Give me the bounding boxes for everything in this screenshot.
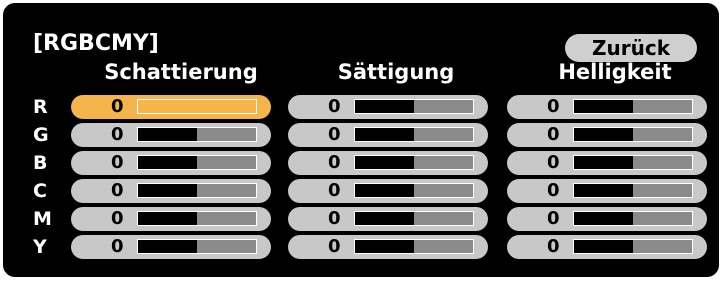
slider-hue-g[interactable]: 0	[71, 123, 271, 147]
slider-value: 0	[328, 96, 341, 117]
slider-saturation-m[interactable]: 0	[288, 207, 488, 231]
slider-brightness-b[interactable]: 0	[507, 151, 707, 175]
slider-track[interactable]	[354, 127, 474, 142]
slider-saturation-y[interactable]: 0	[288, 235, 488, 259]
slider-fill	[138, 156, 197, 169]
slider-track[interactable]	[354, 99, 474, 114]
slider-value: 0	[111, 124, 124, 145]
column-header-brightness: Helligkeit	[558, 60, 672, 84]
slider-value: 0	[111, 152, 124, 173]
slider-fill	[574, 100, 633, 113]
slider-track[interactable]	[573, 239, 693, 254]
slider-value: 0	[111, 208, 124, 229]
slider-value: 0	[328, 236, 341, 257]
row-label: G	[33, 124, 49, 146]
slider-fill	[138, 128, 197, 141]
slider-fill	[574, 184, 633, 197]
slider-hue-m[interactable]: 0	[71, 207, 271, 231]
slider-saturation-g[interactable]: 0	[288, 123, 488, 147]
slider-fill	[355, 240, 414, 253]
slider-value: 0	[111, 180, 124, 201]
slider-fill	[574, 128, 633, 141]
rgbcmy-panel: [RGBCMY] Zurück Schattierung Sättigung H…	[3, 3, 719, 277]
slider-value: 0	[547, 236, 560, 257]
row-label: C	[33, 180, 47, 202]
row-label: B	[33, 152, 48, 174]
row-label: M	[33, 208, 52, 230]
slider-brightness-r[interactable]: 0	[507, 95, 707, 119]
slider-saturation-r[interactable]: 0	[288, 95, 488, 119]
slider-brightness-m[interactable]: 0	[507, 207, 707, 231]
slider-value: 0	[328, 124, 341, 145]
row-label: R	[33, 96, 48, 118]
slider-hue-c[interactable]: 0	[71, 179, 271, 203]
slider-track[interactable]	[137, 127, 257, 142]
slider-track[interactable]	[573, 127, 693, 142]
slider-track[interactable]	[137, 155, 257, 170]
slider-hue-b[interactable]: 0	[71, 151, 271, 175]
slider-fill	[138, 100, 197, 113]
slider-value: 0	[111, 96, 124, 117]
column-header-hue: Schattierung	[104, 60, 258, 84]
slider-value: 0	[547, 180, 560, 201]
slider-fill	[138, 184, 197, 197]
slider-value: 0	[547, 152, 560, 173]
slider-value: 0	[547, 124, 560, 145]
slider-value: 0	[547, 208, 560, 229]
slider-fill	[138, 240, 197, 253]
slider-fill	[574, 156, 633, 169]
slider-fill	[138, 212, 197, 225]
slider-saturation-c[interactable]: 0	[288, 179, 488, 203]
slider-value: 0	[111, 236, 124, 257]
slider-hue-y[interactable]: 0	[71, 235, 271, 259]
slider-fill	[574, 212, 633, 225]
slider-track[interactable]	[354, 183, 474, 198]
slider-fill	[355, 128, 414, 141]
slider-track[interactable]	[573, 155, 693, 170]
slider-fill	[355, 156, 414, 169]
slider-track[interactable]	[354, 211, 474, 226]
slider-track[interactable]	[137, 99, 257, 114]
back-button[interactable]: Zurück	[565, 34, 697, 62]
slider-track[interactable]	[354, 155, 474, 170]
slider-fill	[355, 184, 414, 197]
slider-track[interactable]	[573, 211, 693, 226]
slider-track[interactable]	[137, 239, 257, 254]
slider-value: 0	[328, 180, 341, 201]
slider-hue-r[interactable]: 0	[71, 95, 271, 119]
column-header-saturation: Sättigung	[337, 60, 455, 84]
slider-track[interactable]	[137, 183, 257, 198]
slider-value: 0	[328, 152, 341, 173]
slider-brightness-y[interactable]: 0	[507, 235, 707, 259]
slider-fill	[355, 100, 414, 113]
row-label: Y	[33, 236, 47, 258]
slider-track[interactable]	[137, 211, 257, 226]
slider-saturation-b[interactable]: 0	[288, 151, 488, 175]
slider-track[interactable]	[573, 183, 693, 198]
slider-track[interactable]	[354, 239, 474, 254]
slider-fill	[355, 212, 414, 225]
slider-brightness-c[interactable]: 0	[507, 179, 707, 203]
slider-value: 0	[547, 96, 560, 117]
slider-fill	[574, 240, 633, 253]
slider-brightness-g[interactable]: 0	[507, 123, 707, 147]
slider-track[interactable]	[573, 99, 693, 114]
section-title: [RGBCMY]	[33, 31, 159, 56]
slider-value: 0	[328, 208, 341, 229]
